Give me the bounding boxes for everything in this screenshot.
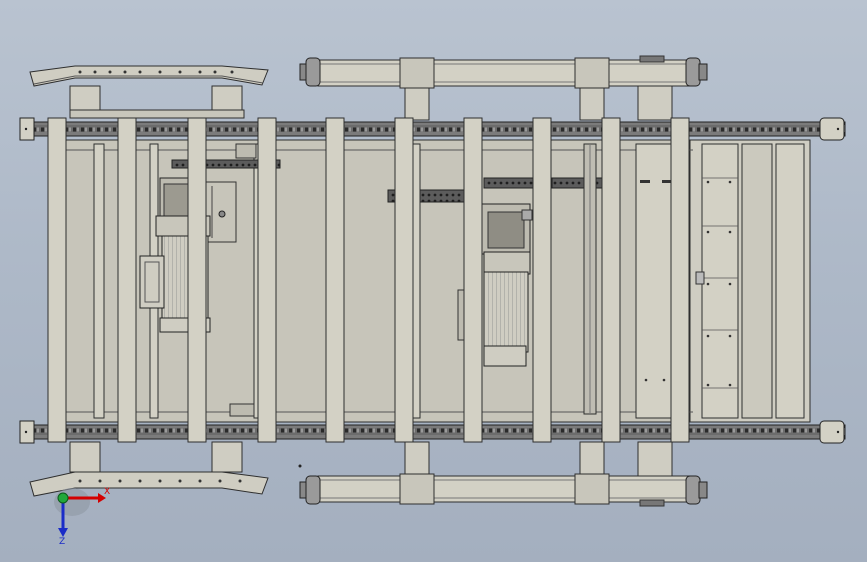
bottom-lift-beam: [299, 441, 708, 507]
top-chain-conveyor: [19, 117, 846, 141]
top-left-guide-rail: [29, 65, 269, 119]
top-lift-beam: [299, 55, 708, 121]
motor-icon: [481, 203, 533, 367]
z-axis-label: Z: [59, 537, 65, 547]
wheel-icon: [299, 475, 321, 505]
wheel-icon: [685, 475, 708, 505]
cad-viewport[interactable]: X Z: [0, 0, 867, 562]
bottom-chain-conveyor: [19, 420, 846, 444]
x-axis-label: X: [104, 487, 110, 497]
wheel-icon: [299, 57, 321, 87]
wheel-icon: [685, 57, 708, 87]
bottom-left-guide-rail: [29, 441, 269, 497]
conveyor-top-view-drawing: X Z: [19, 55, 846, 547]
axis-triad-icon: X Z: [54, 487, 110, 547]
